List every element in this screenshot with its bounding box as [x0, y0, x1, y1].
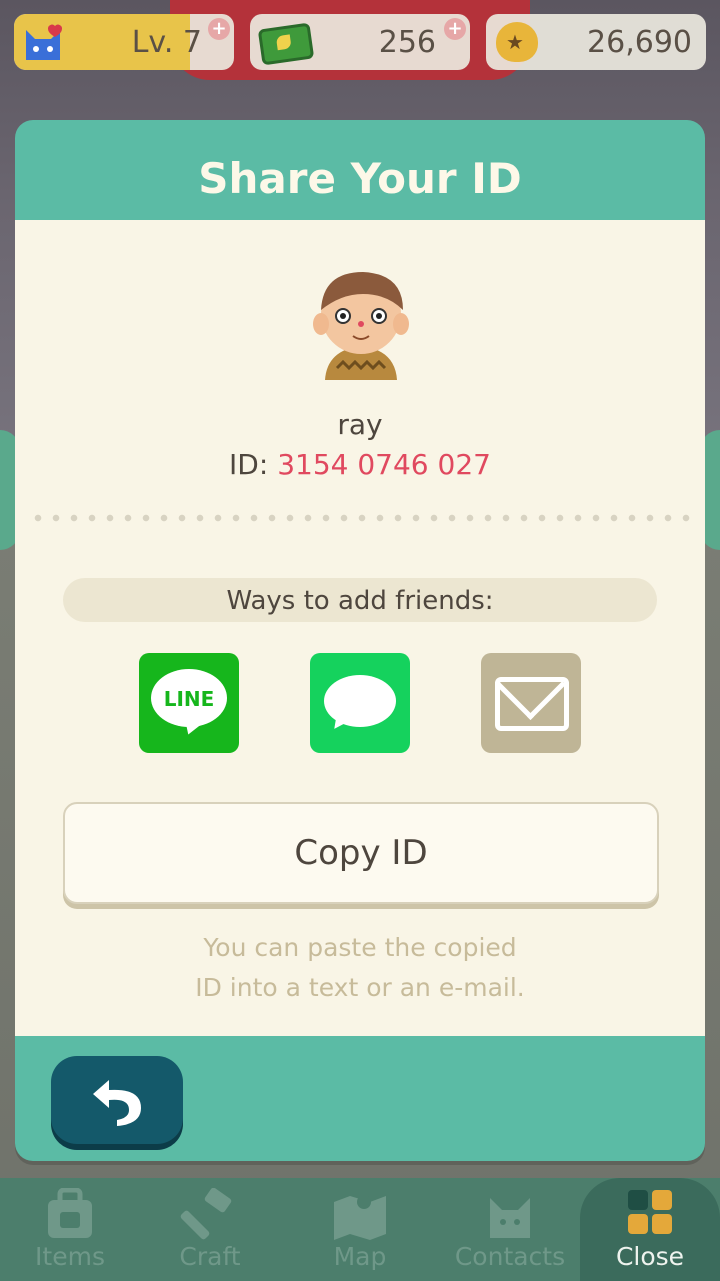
nav-close-label: Close: [615, 1242, 685, 1271]
back-arrow-icon: [93, 1080, 141, 1126]
mail-icon: [495, 677, 569, 731]
message-icon: [324, 675, 396, 727]
level-display[interactable]: Lv. 7 +: [14, 14, 234, 70]
copy-hint-line1: You can paste the copied: [203, 933, 517, 962]
cat-icon: [490, 1198, 530, 1238]
leaf-ticket-display[interactable]: 256 +: [250, 14, 470, 70]
grid-icon: [628, 1190, 672, 1234]
id-label: ID:: [229, 448, 278, 481]
nav-close[interactable]: Close: [580, 1178, 720, 1281]
nav-items[interactable]: Items: [0, 1178, 140, 1281]
plus-icon: +: [208, 18, 230, 40]
nav-contacts[interactable]: Contacts: [440, 1178, 580, 1281]
nav-craft-label: Craft: [179, 1242, 241, 1271]
nav-craft[interactable]: Craft: [140, 1178, 280, 1281]
player-id-value: 3154 0746 027: [277, 448, 491, 481]
nav-items-label: Items: [35, 1242, 105, 1271]
player-name: ray: [337, 408, 383, 441]
line-icon-text: LINE: [163, 687, 215, 711]
bell-bag-icon: [496, 22, 538, 62]
leaf-ticket-count: 256: [378, 25, 436, 60]
plus-icon: +: [444, 18, 466, 40]
backpack-icon: [48, 1188, 92, 1238]
back-button[interactable]: [51, 1056, 183, 1144]
share-id-dialog: Share Your ID ray ID: 3154 0746 027 Ways…: [15, 120, 705, 1161]
level-label: Lv. 7: [131, 25, 202, 60]
copy-hint-text: You can paste the copied ID into a text …: [15, 928, 705, 1008]
copy-hint-line2: ID into a text or an e-mail.: [195, 973, 525, 1002]
player-avatar: [313, 272, 409, 380]
copy-id-button[interactable]: Copy ID: [63, 802, 659, 904]
nav-map-label: Map: [333, 1242, 387, 1271]
share-message-button[interactable]: [310, 653, 410, 753]
cat-heart-icon: [26, 24, 63, 60]
player-id-line: ID: 3154 0746 027: [15, 448, 705, 481]
share-mail-button[interactable]: [481, 653, 581, 753]
dialog-title: Share Your ID: [198, 154, 522, 203]
dialog-panel: ray ID: 3154 0746 027 Ways to add friend…: [15, 220, 705, 1036]
nav-map[interactable]: Map: [290, 1178, 430, 1281]
bells-display: 26,690: [486, 14, 706, 70]
hammer-icon: [180, 1188, 232, 1240]
leaf-ticket-icon: [257, 22, 315, 66]
bells-count: 26,690: [587, 25, 692, 60]
ways-to-add-friends-label: Ways to add friends:: [63, 578, 657, 622]
dotted-divider: [29, 514, 691, 522]
nav-contacts-label: Contacts: [454, 1242, 566, 1271]
map-icon: [334, 1195, 386, 1240]
share-line-button[interactable]: LINE: [139, 653, 239, 753]
bottom-navigation: Items Craft Map Contacts Close: [0, 1178, 720, 1281]
